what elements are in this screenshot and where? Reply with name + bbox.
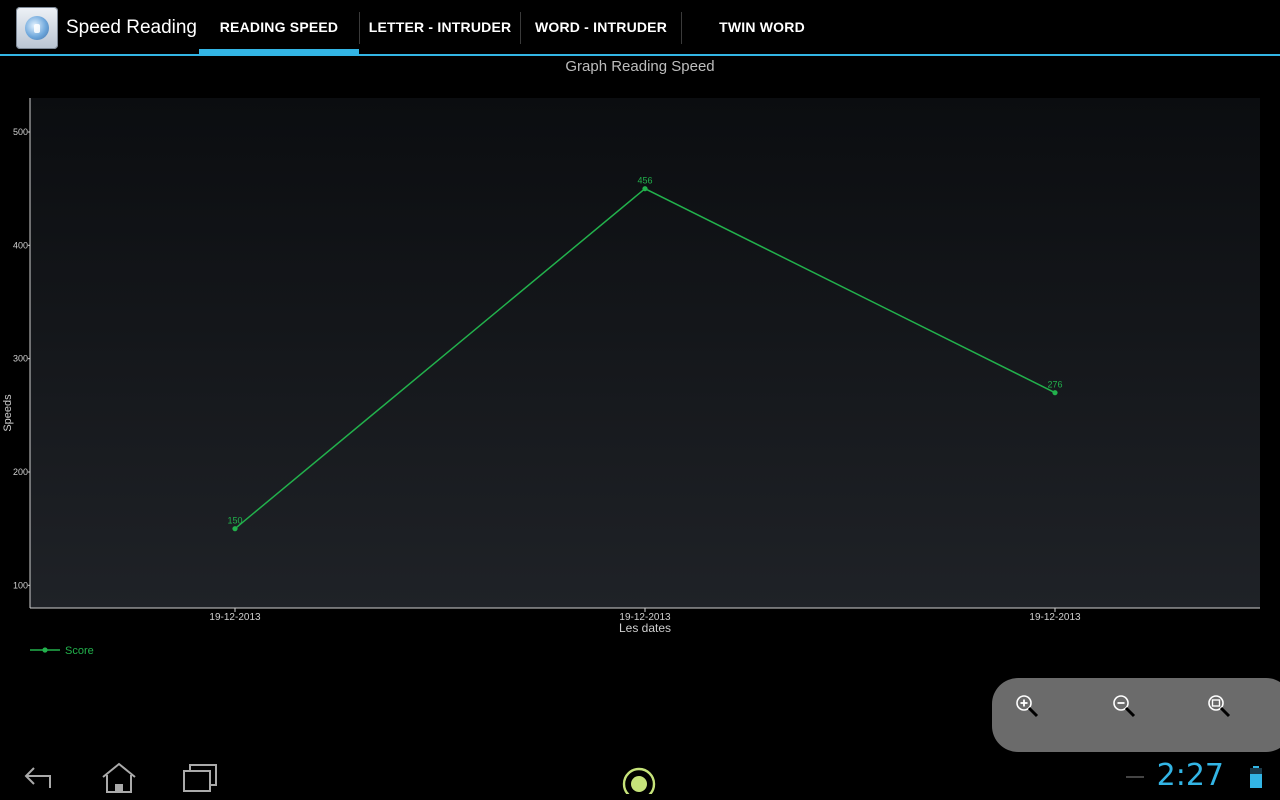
app-status-icon[interactable] (619, 760, 659, 794)
home-icon[interactable] (99, 760, 139, 794)
x-tick-label: 19-12-2013 (209, 612, 261, 623)
plot-area (30, 98, 1260, 608)
tab-label: WORD - INTRUDER (534, 19, 668, 35)
y-tick-label: 300 (13, 354, 28, 364)
data-label: 150 (227, 516, 242, 526)
notification-indicator (1126, 776, 1144, 778)
y-tick-label: 200 (13, 467, 28, 477)
action-bar: Speed Reading READING SPEED LETTER - INT… (0, 0, 1280, 56)
battery-icon[interactable] (1250, 766, 1262, 788)
app-logo-icon[interactable] (16, 7, 58, 49)
data-label: 276 (1047, 380, 1062, 390)
zoom-reset-icon[interactable] (1204, 692, 1234, 722)
back-icon[interactable] (20, 760, 60, 794)
y-tick-label: 500 (13, 127, 28, 137)
x-axis-label: Les dates (619, 621, 671, 635)
data-point[interactable] (642, 186, 648, 192)
tab-twin-word[interactable]: TWIN WORD (682, 0, 842, 54)
zoom-out-icon[interactable] (1109, 692, 1139, 722)
zoom-in-icon[interactable] (1012, 692, 1042, 722)
data-point[interactable] (232, 526, 238, 532)
y-tick-label: 100 (13, 580, 28, 590)
line-chart[interactable]: 100200300400500 19-12-2013 19-12-2013 19-1… (0, 80, 1280, 680)
recent-apps-icon[interactable] (180, 760, 220, 794)
tab-label: READING SPEED (219, 19, 339, 35)
y-tick-label: 400 (13, 240, 28, 250)
x-tick-label: 19-12-2013 (1029, 612, 1081, 623)
tab-label: TWIN WORD (719, 19, 805, 35)
tab-reading-speed[interactable]: READING SPEED (199, 0, 359, 54)
app-title: Speed Reading (66, 17, 197, 38)
tab-word-intruder[interactable]: WORD - INTRUDER (521, 0, 681, 54)
tab-label: LETTER - INTRUDER (368, 19, 512, 35)
y-axis-label: Speeds (2, 394, 14, 432)
tab-letter-intruder[interactable]: LETTER - INTRUDER (360, 0, 520, 54)
action-bar-accent-line (0, 54, 1280, 56)
zoom-controls (992, 678, 1280, 752)
data-point[interactable] (1052, 390, 1058, 396)
legend-entry-score: Score (65, 645, 94, 657)
clock[interactable]: 2:27 (1157, 758, 1224, 793)
chart-legend: Score (30, 645, 94, 657)
system-bar: 2:27 (0, 752, 1280, 800)
chart-title: Graph Reading Speed (565, 58, 715, 75)
data-label: 456 (637, 176, 652, 186)
